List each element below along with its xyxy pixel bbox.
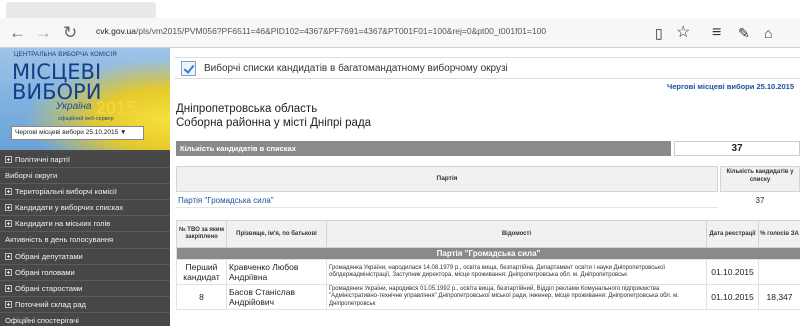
banner-country: Україна [56,101,92,112]
expand-icon [5,156,12,163]
party-group-row: Партія "Громадська сила" [176,247,800,260]
favorite-star-icon[interactable]: ☆ [676,23,690,43]
hub-icon[interactable]: ≡ [712,23,721,43]
table-row: Партія "Громадська сила" 37 [176,194,800,208]
share-icon[interactable]: ⌂ [764,23,772,43]
candidate-count-label: Кількість кандидатів в списках [176,141,671,156]
number-column-header: № ТВО за яким закріплено [176,220,227,248]
forward-icon[interactable]: → [35,23,52,43]
sidebar-item-elected-heads[interactable]: Обрані головами [0,264,170,281]
tab-strip [0,0,800,18]
party-table: Партія Кількість кандидатів у списку Пар… [176,166,800,208]
sidebar-item-elected-deputies[interactable]: Обрані депутатами [0,248,170,265]
expand-icon [5,204,12,212]
browser-toolbar: ← → ↻ cvk.gov.ua/pls/vm2015/PVM056?PF651… [0,18,800,48]
party-column-header: Партія [176,166,718,192]
party-link[interactable]: Партія "Громадська сила" [176,194,718,208]
candidate-name: Кравченко Любов Андріївна [226,259,327,285]
candidate-info: Громадянка України, народилася 14.08.197… [326,259,707,285]
candidate-name: Басов Станіслав Андрійович [226,283,327,311]
party-candidate-count: 37 [755,196,765,205]
vote-percent: 18,347 [758,283,800,311]
checkmark-icon [181,61,196,76]
council-title: Соборна районна у місті Дніпрі рада [176,117,372,129]
vote-percent [758,259,800,285]
sidebar-menu: Політичні партії Виборчі округи Територі… [0,152,170,326]
sidebar-item-current-councils[interactable]: Поточний склад рад [0,296,170,313]
candidate-number: 8 [176,283,227,311]
banner-subtitle: офіційний веб-сервер [58,116,114,122]
back-icon[interactable]: ← [9,23,26,43]
sidebar-item-parties[interactable]: Політичні партії [0,152,170,169]
candidate-number: Перший кандидат [176,259,227,285]
sidebar-item-list-candidates[interactable]: Кандидати у виборчих списках [0,200,170,217]
expand-icon [5,300,12,308]
sidebar-item-mayor-candidates[interactable]: Кандидати на міських голів [0,216,170,233]
expand-icon [5,188,12,196]
notes-icon[interactable]: ✎ [738,23,750,43]
registration-date: 01.10.2015 [706,283,759,311]
sidebar-item-districts[interactable]: Виборчі округи [0,168,170,185]
candidates-table: № ТВО за яким закріплено Прізвище, ім'я,… [176,220,800,311]
registration-date: 01.10.2015 [706,259,759,285]
refresh-icon[interactable]: ↻ [63,23,77,43]
expand-icon [5,268,12,276]
expand-icon [5,252,12,260]
election-date-link[interactable]: Чергові місцеві вибори 25.10.2015 [667,82,794,91]
count-column-header: Кількість кандидатів у списку [720,166,800,192]
section-header: Виборчі списки кандидатів в багатомандат… [174,57,800,79]
party-group-label: Партія "Громадська сила" [176,247,800,260]
candidates-table-header: № ТВО за яким закріплено Прізвище, ім'я,… [176,220,800,248]
sidebar-item-elected-elders[interactable]: Обрані старостами [0,280,170,297]
banner-org: ЦЕНТРАЛЬНА ВИБОРЧА КОМІСІЯ [14,52,117,58]
sidebar: ЦЕНТРАЛЬНА ВИБОРЧА КОМІСІЯ МІСЦЕВІ ВИБОР… [0,48,170,326]
banner-title-line2: ВИБОРИ [12,80,102,104]
reading-view-icon[interactable]: ▯ [655,23,663,43]
info-column-header: Відомості [326,220,707,248]
browser-tab[interactable] [6,2,156,18]
percent-column-header: % голосів ЗА [758,220,800,248]
candidate-info: Громадянин України, народився 01.05.1992… [326,283,707,311]
party-table-header: Партія Кількість кандидатів у списку [176,166,800,192]
sidebar-item-turnout[interactable]: Активність в день голосування [0,232,170,249]
sidebar-item-observers[interactable]: Офіційні спостерігачі [0,312,170,326]
date-column-header: Дата реєстрації [706,220,759,248]
name-column-header: Прізвище, ім'я, по батькові [226,220,327,248]
sidebar-item-commissions[interactable]: Територіальні виборчі комісії [0,184,170,201]
address-bar[interactable]: cvk.gov.ua/pls/vm2015/PVM056?PF6511=46&P… [96,26,546,36]
page-title: Виборчі списки кандидатів в багатомандат… [204,63,508,74]
table-row: Перший кандидат Кравченко Любов Андріївн… [176,259,800,285]
candidate-count-value: 37 [674,141,800,156]
expand-icon [5,220,12,228]
table-row: 8 Басов Станіслав Андрійович Громадянин … [176,283,800,311]
election-select[interactable]: Чергові місцеві вибори 25.10.2015 ▼ [11,126,144,140]
candidate-count-bar: Кількість кандидатів в списках 37 [176,141,800,156]
main-content: Виборчі списки кандидатів в багатомандат… [170,48,800,326]
region-title: Дніпропетровська область [176,103,318,115]
expand-icon [5,284,12,292]
elections-banner: ЦЕНТРАЛЬНА ВИБОРЧА КОМІСІЯ МІСЦЕВІ ВИБОР… [0,48,170,150]
